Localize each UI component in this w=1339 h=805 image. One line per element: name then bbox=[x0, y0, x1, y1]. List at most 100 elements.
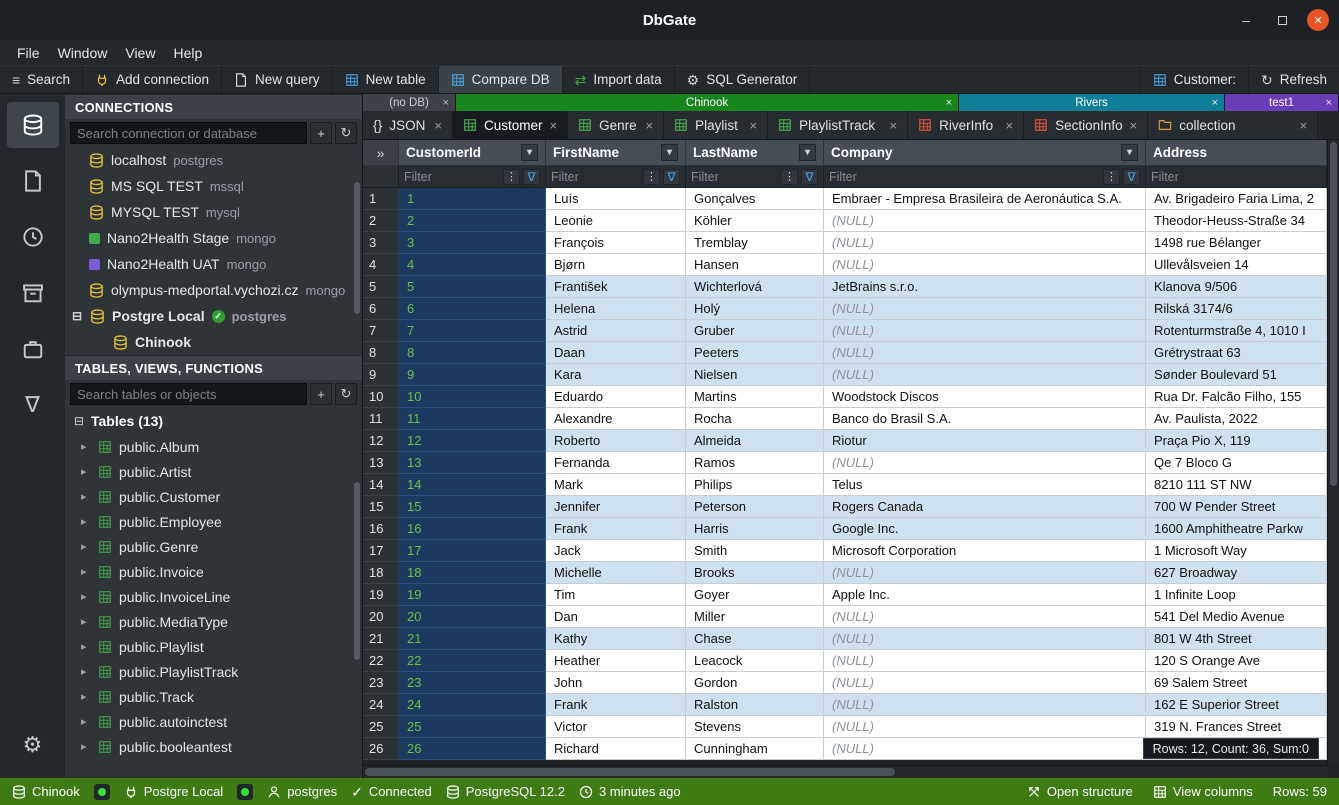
row-number[interactable]: 19 bbox=[363, 584, 399, 606]
nav-briefcase[interactable] bbox=[7, 326, 59, 372]
cell[interactable]: 8210 111 ST NW bbox=[1146, 474, 1327, 496]
cell[interactable]: Jack bbox=[546, 540, 686, 562]
cell[interactable]: Google Inc. bbox=[824, 518, 1146, 540]
filter-address[interactable]: Filter bbox=[1146, 166, 1327, 188]
cell-customerid[interactable]: 8 bbox=[399, 342, 546, 364]
cell[interactable]: Frank bbox=[546, 694, 686, 716]
menu-item-help[interactable]: Help bbox=[164, 43, 211, 63]
cell[interactable]: Dan bbox=[546, 606, 686, 628]
cell-customerid[interactable]: 15 bbox=[399, 496, 546, 518]
tab-group-no-db[interactable]: (no DB)× bbox=[363, 94, 456, 111]
cell[interactable]: Richard bbox=[546, 738, 686, 760]
cell[interactable]: Rua Dr. Falcão Filho, 155 bbox=[1146, 386, 1327, 408]
cell[interactable]: Riotur bbox=[824, 430, 1146, 452]
connection-localhost[interactable]: localhostpostgres bbox=[65, 147, 362, 173]
row-number[interactable]: 3 bbox=[363, 232, 399, 254]
table-item-public-playlisttrack[interactable]: ▸public.PlaylistTrack bbox=[65, 659, 362, 684]
cell-customerid[interactable]: 9 bbox=[399, 364, 546, 386]
cell-customerid[interactable]: 24 bbox=[399, 694, 546, 716]
nav-box[interactable] bbox=[7, 270, 59, 316]
cell-customerid[interactable]: 19 bbox=[399, 584, 546, 606]
cell[interactable]: Astrid bbox=[546, 320, 686, 342]
cell[interactable]: Daan bbox=[546, 342, 686, 364]
cell-customerid[interactable]: 14 bbox=[399, 474, 546, 496]
nav-file[interactable] bbox=[7, 158, 59, 204]
cell[interactable]: František bbox=[546, 276, 686, 298]
table-item-public-customer[interactable]: ▸public.Customer bbox=[65, 484, 362, 509]
cell[interactable]: Ramos bbox=[686, 452, 824, 474]
row-number[interactable]: 23 bbox=[363, 672, 399, 694]
close-icon[interactable]: × bbox=[434, 118, 442, 133]
cell[interactable]: Holý bbox=[686, 298, 824, 320]
collapse-icon[interactable]: ⊟ bbox=[71, 309, 83, 323]
row-number[interactable]: 8 bbox=[363, 342, 399, 364]
cell[interactable]: Banco do Brasil S.A. bbox=[824, 408, 1146, 430]
cell[interactable]: Miller bbox=[686, 606, 824, 628]
cell[interactable]: Eduardo bbox=[546, 386, 686, 408]
tab-playlist[interactable]: Playlist× bbox=[664, 111, 768, 139]
cell[interactable]: Leonie bbox=[546, 210, 686, 232]
column-header-customerid[interactable]: CustomerId▾ bbox=[399, 140, 546, 166]
minimize-button[interactable]: – bbox=[1235, 9, 1257, 31]
cell[interactable]: Gonçalves bbox=[686, 188, 824, 210]
cell-customerid[interactable]: 3 bbox=[399, 232, 546, 254]
row-number[interactable]: 10 bbox=[363, 386, 399, 408]
cell[interactable]: 541 Del Medio Avenue bbox=[1146, 606, 1327, 628]
cell[interactable]: 627 Broadway bbox=[1146, 562, 1327, 584]
menu-item-window[interactable]: Window bbox=[49, 43, 117, 63]
toolbar-button-new-query[interactable]: New query bbox=[222, 66, 333, 93]
cell[interactable]: (NULL) bbox=[824, 364, 1146, 386]
horizontal-scrollbar-thumb[interactable] bbox=[365, 768, 895, 776]
cell[interactable]: Harris bbox=[686, 518, 824, 540]
close-icon[interactable]: × bbox=[1130, 118, 1138, 133]
filter-customerid[interactable]: Filter⋮∇ bbox=[399, 166, 546, 188]
cell[interactable]: Gordon bbox=[686, 672, 824, 694]
cell[interactable]: Microsoft Corporation bbox=[824, 540, 1146, 562]
cell[interactable]: 120 S Orange Ave bbox=[1146, 650, 1327, 672]
horizontal-scrollbar[interactable] bbox=[363, 765, 1327, 778]
tab-genre[interactable]: Genre× bbox=[568, 111, 664, 139]
cell[interactable]: Klanova 9/506 bbox=[1146, 276, 1327, 298]
cell-customerid[interactable]: 2 bbox=[399, 210, 546, 232]
row-number[interactable]: 20 bbox=[363, 606, 399, 628]
close-icon[interactable]: × bbox=[946, 97, 952, 109]
cell[interactable]: Tremblay bbox=[686, 232, 824, 254]
column-dropdown-icon[interactable]: ▾ bbox=[661, 144, 678, 161]
cell[interactable]: Tim bbox=[546, 584, 686, 606]
close-icon[interactable]: × bbox=[1300, 118, 1308, 133]
cell[interactable]: Av. Paulista, 2022 bbox=[1146, 408, 1327, 430]
cell[interactable]: Kara bbox=[546, 364, 686, 386]
toolbar-button-add-connection[interactable]: Add connection bbox=[83, 66, 222, 93]
cell[interactable]: (NULL) bbox=[824, 628, 1146, 650]
cell-customerid[interactable]: 4 bbox=[399, 254, 546, 276]
cell[interactable]: Peeters bbox=[686, 342, 824, 364]
cell[interactable]: (NULL) bbox=[824, 694, 1146, 716]
cell[interactable]: François bbox=[546, 232, 686, 254]
cell-customerid[interactable]: 21 bbox=[399, 628, 546, 650]
table-item-public-invoiceline[interactable]: ▸public.InvoiceLine bbox=[65, 584, 362, 609]
connection-olympus-medportal-vychozi-cz[interactable]: olympus-medportal.vychozi.czmongo bbox=[65, 277, 362, 303]
row-number[interactable]: 5 bbox=[363, 276, 399, 298]
cell[interactable]: (NULL) bbox=[824, 716, 1146, 738]
row-number[interactable]: 15 bbox=[363, 496, 399, 518]
vertical-scrollbar[interactable] bbox=[1327, 140, 1339, 765]
cell[interactable]: Qe 7 Bloco G bbox=[1146, 452, 1327, 474]
table-item-public-playlist[interactable]: ▸public.Playlist bbox=[65, 634, 362, 659]
nav-funnel[interactable]: ∇ bbox=[7, 382, 59, 428]
cell[interactable]: Praça Pio X, 119 bbox=[1146, 430, 1327, 452]
tab-riverinfo[interactable]: RiverInfo× bbox=[908, 111, 1024, 139]
row-number[interactable]: 11 bbox=[363, 408, 399, 430]
cell[interactable]: (NULL) bbox=[824, 738, 1146, 760]
connection-mysql-test[interactable]: MYSQL TESTmysql bbox=[65, 199, 362, 225]
column-header-address[interactable]: Address bbox=[1146, 140, 1327, 166]
cell-customerid[interactable]: 16 bbox=[399, 518, 546, 540]
collapse-icon[interactable]: ⊟ bbox=[73, 414, 85, 428]
objects-search-input[interactable] bbox=[70, 383, 307, 405]
column-header-firstname[interactable]: FirstName▾ bbox=[546, 140, 686, 166]
tab-collection[interactable]: collection× bbox=[1148, 111, 1318, 139]
row-number[interactable]: 26 bbox=[363, 738, 399, 760]
cell[interactable]: Rotenturmstraße 4, 1010 I bbox=[1146, 320, 1327, 342]
status-open-structure[interactable]: Open structure bbox=[1027, 784, 1133, 799]
row-number[interactable]: 12 bbox=[363, 430, 399, 452]
cell[interactable]: (NULL) bbox=[824, 562, 1146, 584]
